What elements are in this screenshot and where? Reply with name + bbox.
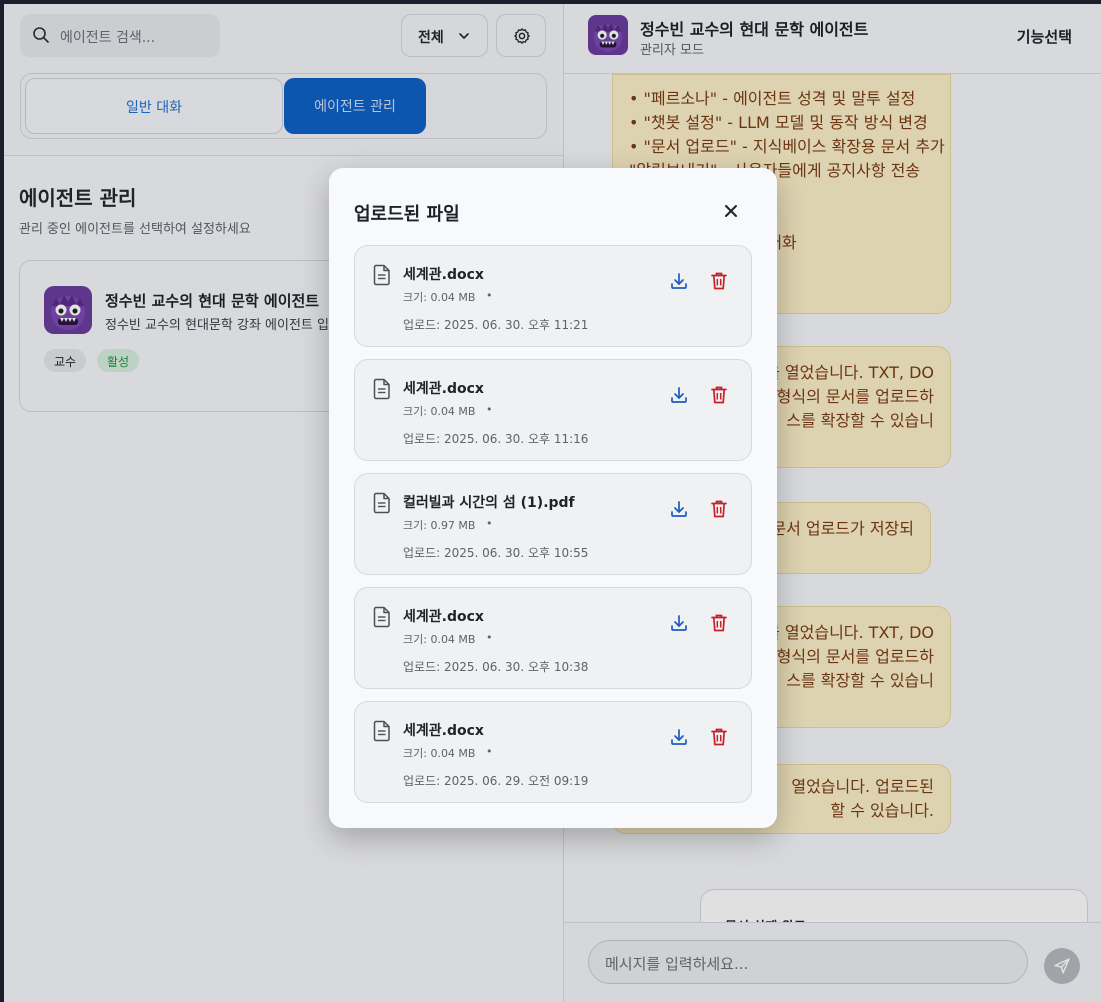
file-name: 세계관.docx [403, 381, 484, 397]
file-separator: • [486, 631, 493, 644]
modal-title: 업로드된 파일 [354, 204, 460, 225]
file-size: 크기: 0.04 MB [403, 405, 476, 418]
file-size: 크기: 0.97 MB [403, 519, 476, 532]
file-size: 크기: 0.04 MB [403, 291, 476, 304]
file-upload-date: 업로드: 2025. 06. 29. 오전 09:19 [403, 774, 589, 788]
file-separator: • [486, 403, 493, 416]
file-item: 세계관.docx 크기: 0.04 MB • 업로드: 2025. 06. 29… [354, 701, 752, 803]
document-icon [373, 606, 390, 628]
trash-icon[interactable] [710, 613, 728, 633]
file-size: 크기: 0.04 MB [403, 747, 476, 760]
file-separator: • [486, 745, 493, 758]
file-upload-date: 업로드: 2025. 06. 30. 오후 11:16 [403, 432, 589, 446]
document-icon [373, 720, 390, 742]
file-separator: • [486, 517, 493, 530]
file-upload-date: 업로드: 2025. 06. 30. 오후 10:55 [403, 546, 589, 560]
document-icon [373, 264, 390, 286]
trash-icon[interactable] [710, 727, 728, 747]
download-icon[interactable] [669, 271, 689, 291]
file-upload-date: 업로드: 2025. 06. 30. 오후 11:21 [403, 318, 589, 332]
file-name: 세계관.docx [403, 267, 484, 283]
file-item: 세계관.docx 크기: 0.04 MB • 업로드: 2025. 06. 30… [354, 245, 752, 347]
download-icon[interactable] [669, 385, 689, 405]
trash-icon[interactable] [710, 499, 728, 519]
download-icon[interactable] [669, 727, 689, 747]
document-icon [373, 378, 390, 400]
trash-icon[interactable] [710, 385, 728, 405]
file-name: 세계관.docx [403, 723, 484, 739]
download-icon[interactable] [669, 613, 689, 633]
file-separator: • [486, 289, 493, 302]
file-item: 컬러빌과 시간의 섬 (1).pdf 크기: 0.97 MB • 업로드: 20… [354, 473, 752, 575]
document-icon [373, 492, 390, 514]
file-item: 세계관.docx 크기: 0.04 MB • 업로드: 2025. 06. 30… [354, 587, 752, 689]
uploaded-files-modal: 업로드된 파일 세계관.docx 크기: 0.04 MB • 업로드: 2025… [329, 168, 777, 828]
trash-icon[interactable] [710, 271, 728, 291]
file-size: 크기: 0.04 MB [403, 633, 476, 646]
file-upload-date: 업로드: 2025. 06. 30. 오후 10:38 [403, 660, 589, 674]
file-item: 세계관.docx 크기: 0.04 MB • 업로드: 2025. 06. 30… [354, 359, 752, 461]
close-icon[interactable] [721, 201, 741, 221]
file-name: 컬러빌과 시간의 섬 (1).pdf [403, 495, 575, 511]
file-name: 세계관.docx [403, 609, 484, 625]
download-icon[interactable] [669, 499, 689, 519]
